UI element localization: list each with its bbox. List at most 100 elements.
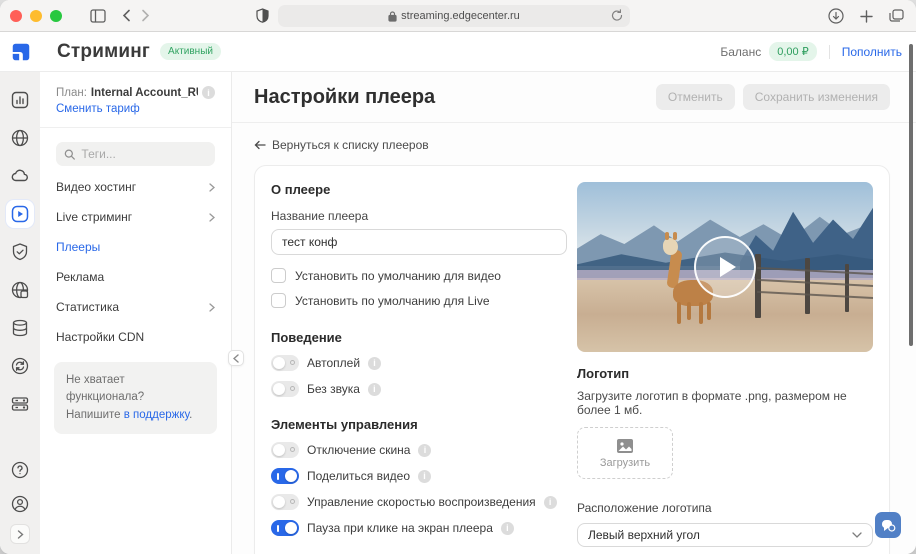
autoplay-toggle[interactable] bbox=[271, 355, 299, 371]
skin-disable-toggle-row: Отключение скина i bbox=[271, 442, 567, 458]
mute-toggle[interactable] bbox=[271, 381, 299, 397]
rail-cloud-icon[interactable] bbox=[6, 162, 34, 190]
close-window-button[interactable] bbox=[10, 10, 22, 22]
divider bbox=[40, 127, 231, 128]
help-icon[interactable] bbox=[6, 456, 34, 484]
player-settings-card: О плеере Название плеера Установить по у… bbox=[254, 165, 890, 554]
page-title: Настройки плеера bbox=[254, 86, 435, 109]
behavior-heading: Поведение bbox=[271, 330, 567, 345]
forward-icon[interactable] bbox=[141, 9, 150, 22]
about-player-heading: О плеере bbox=[271, 182, 567, 197]
info-icon[interactable]: i bbox=[368, 357, 381, 370]
address-bar[interactable]: streaming.edgecenter.ru bbox=[278, 5, 630, 27]
share-video-toggle[interactable] bbox=[271, 468, 299, 484]
mute-toggle-row: Без звука i bbox=[271, 381, 567, 397]
logo-description: Загрузите логотип в формате .png, размер… bbox=[577, 389, 873, 417]
minimize-window-button[interactable] bbox=[30, 10, 42, 22]
browser-sidebar-icon[interactable] bbox=[90, 9, 106, 23]
traffic-lights bbox=[10, 10, 62, 22]
app-header: Стриминг Активный Баланс 0,00 ₽ Пополнит… bbox=[0, 32, 916, 72]
default-video-checkbox-row[interactable]: Установить по умолчанию для видео bbox=[271, 268, 567, 283]
status-badge: Активный bbox=[160, 43, 221, 60]
icon-rail bbox=[0, 72, 40, 554]
plan-value: Internal Account_RUB_M... bbox=[91, 87, 198, 99]
play-button[interactable] bbox=[694, 236, 756, 298]
rail-sync-icon[interactable] bbox=[6, 352, 34, 380]
player-name-input[interactable] bbox=[271, 229, 567, 255]
rail-security-icon[interactable] bbox=[6, 238, 34, 266]
sidebar-item-live-streaming[interactable]: Live стриминг bbox=[40, 202, 231, 232]
sidebar-item-ads[interactable]: Реклама bbox=[40, 262, 231, 292]
autoplay-toggle-row: Автоплей i bbox=[271, 355, 567, 371]
sidebar-item-players[interactable]: Плееры bbox=[40, 232, 231, 262]
profile-icon[interactable] bbox=[6, 490, 34, 518]
save-changes-button[interactable]: Сохранить изменения bbox=[743, 84, 890, 110]
sidebar-collapse-button[interactable] bbox=[228, 350, 244, 366]
back-to-players-link[interactable]: Вернуться к списку плееров bbox=[254, 138, 916, 152]
speed-control-toggle[interactable] bbox=[271, 494, 299, 510]
default-live-checkbox-row[interactable]: Установить по умолчанию для Live bbox=[271, 293, 567, 308]
divider bbox=[829, 45, 830, 59]
sidebar-item-cdn-settings[interactable]: Настройки CDN bbox=[40, 322, 231, 352]
zoom-window-button[interactable] bbox=[50, 10, 62, 22]
plan-info-icon[interactable]: i bbox=[202, 86, 215, 99]
downloads-icon[interactable] bbox=[828, 8, 844, 24]
chat-icon bbox=[881, 519, 896, 532]
info-icon[interactable]: i bbox=[544, 496, 557, 509]
change-tariff-link[interactable]: Сменить тариф bbox=[56, 103, 140, 115]
chevron-right-icon bbox=[209, 213, 215, 222]
rail-cdn-icon[interactable] bbox=[6, 276, 34, 304]
url-text: streaming.edgecenter.ru bbox=[401, 10, 520, 22]
info-icon[interactable]: i bbox=[501, 522, 514, 535]
plan-label: План: bbox=[56, 87, 87, 99]
checkbox-unchecked[interactable] bbox=[271, 293, 286, 308]
chevron-down-icon bbox=[852, 532, 862, 538]
rail-players-icon[interactable] bbox=[6, 200, 34, 228]
player-preview[interactable] bbox=[577, 182, 873, 352]
main-content: Настройки плеера Отменить Сохранить изме… bbox=[232, 72, 916, 554]
logo-position-label: Расположение логотипа bbox=[577, 501, 873, 515]
new-tab-icon[interactable] bbox=[860, 10, 873, 23]
rail-globe-icon[interactable] bbox=[6, 124, 34, 152]
page-scrollbar[interactable] bbox=[909, 44, 913, 346]
support-link[interactable]: в поддержку bbox=[124, 409, 189, 421]
rail-storage-icon[interactable] bbox=[6, 314, 34, 342]
chevron-right-icon bbox=[209, 303, 215, 312]
checkbox-unchecked[interactable] bbox=[271, 268, 286, 283]
sidebar: План: Internal Account_RUB_M... i Сменит… bbox=[40, 72, 232, 554]
balance-label: Баланс bbox=[720, 45, 761, 59]
divider bbox=[232, 122, 916, 123]
support-box: Не хватает функционала? Напишите в подде… bbox=[54, 362, 217, 434]
tags-search[interactable] bbox=[56, 142, 215, 166]
share-video-toggle-row: Поделиться видео i bbox=[271, 468, 567, 484]
sidebar-item-statistics[interactable]: Статистика bbox=[40, 292, 231, 322]
tags-search-input[interactable] bbox=[81, 147, 207, 161]
tab-overview-icon[interactable] bbox=[889, 9, 904, 23]
pause-on-click-toggle[interactable] bbox=[271, 520, 299, 536]
edgecenter-logo bbox=[10, 41, 32, 63]
rail-expand-button[interactable] bbox=[10, 524, 30, 544]
search-icon bbox=[64, 148, 75, 161]
rail-servers-icon[interactable] bbox=[6, 390, 34, 418]
back-icon[interactable] bbox=[122, 9, 131, 22]
info-icon[interactable]: i bbox=[418, 470, 431, 483]
sidebar-item-video-hosting[interactable]: Видео хостинг bbox=[40, 172, 231, 202]
skin-disable-toggle[interactable] bbox=[271, 442, 299, 458]
image-icon bbox=[616, 438, 634, 454]
topup-link[interactable]: Пополнить bbox=[842, 45, 902, 59]
upload-label: Загрузить bbox=[600, 457, 650, 469]
cancel-button[interactable]: Отменить bbox=[656, 84, 735, 110]
rail-analytics-icon[interactable] bbox=[6, 86, 34, 114]
info-icon[interactable]: i bbox=[368, 383, 381, 396]
play-icon bbox=[720, 257, 736, 277]
logo-upload-button[interactable]: Загрузить bbox=[577, 427, 673, 479]
pause-on-click-toggle-row: Пауза при клике на экран плеера i bbox=[271, 520, 567, 536]
privacy-shield-icon[interactable] bbox=[256, 8, 269, 23]
reload-icon[interactable] bbox=[611, 9, 623, 22]
logo-position-select[interactable]: Левый верхний угол bbox=[577, 523, 873, 547]
speed-control-toggle-row: Управление скоростью воспроизведения i bbox=[271, 494, 567, 510]
info-icon[interactable]: i bbox=[418, 444, 431, 457]
browser-window: streaming.edgecenter.ru Стриминг Активны… bbox=[0, 0, 916, 554]
player-name-label: Название плеера bbox=[271, 209, 567, 223]
support-chat-button[interactable] bbox=[875, 512, 901, 538]
